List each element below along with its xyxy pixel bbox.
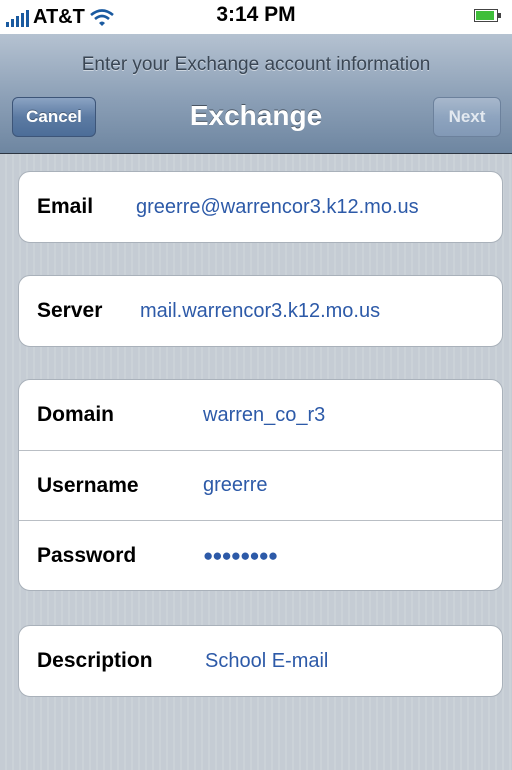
password-row[interactable]: Password ●●●●●●●● <box>19 520 502 590</box>
domain-row[interactable]: Domain warren_co_r3 <box>19 380 502 450</box>
nav-prompt: Enter your Exchange account information <box>81 54 431 75</box>
description-group: Description School E-mail <box>18 625 503 697</box>
username-label: Username <box>37 473 139 497</box>
server-label: Server <box>37 299 103 322</box>
email-field[interactable]: greerre@warrencor3.k12.mo.us <box>136 196 419 219</box>
server-field[interactable]: mail.warrencor3.k12.mo.us <box>140 300 380 323</box>
battery-icon <box>474 9 501 22</box>
description-label: Description <box>37 649 153 672</box>
server-row[interactable]: Server mail.warrencor3.k12.mo.us <box>19 276 502 346</box>
server-group: Server mail.warrencor3.k12.mo.us <box>18 275 503 347</box>
email-row[interactable]: Email greerre@warrencor3.k12.mo.us <box>19 172 502 242</box>
password-label: Password <box>37 543 137 567</box>
password-field[interactable]: ●●●●●●●● <box>203 546 278 566</box>
description-field[interactable]: School E-mail <box>205 650 328 673</box>
description-row[interactable]: Description School E-mail <box>19 626 502 696</box>
domain-label: Domain <box>37 403 115 426</box>
domain-field[interactable]: warren_co_r3 <box>203 404 325 427</box>
email-label: Email <box>37 195 94 218</box>
account-group: Domain warren_co_r3 Username greerre Pas… <box>18 379 503 591</box>
clock: 3:14 PM <box>216 3 296 26</box>
next-button[interactable]: Next <box>433 97 501 137</box>
username-row[interactable]: Username greerre <box>19 450 502 520</box>
status-bar: AT&T 3:14 PM <box>0 0 512 34</box>
username-field[interactable]: greerre <box>203 474 267 497</box>
navigation-bar: Enter your Exchange account information … <box>0 34 512 154</box>
email-group: Email greerre@warrencor3.k12.mo.us <box>18 171 503 243</box>
